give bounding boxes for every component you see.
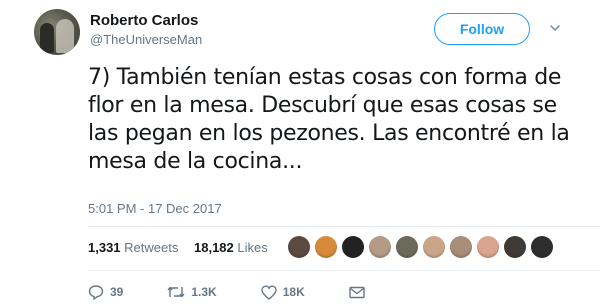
liker-avatar[interactable] (315, 236, 337, 258)
retweet-button[interactable]: 1.3K (167, 285, 217, 299)
retweet-count: 1.3K (191, 285, 217, 299)
liker-avatar[interactable] (288, 236, 310, 258)
reply-icon (88, 285, 104, 300)
liker-avatar[interactable] (423, 236, 445, 258)
avatar-figure (40, 23, 54, 53)
divider (88, 226, 600, 227)
chevron-down-icon[interactable] (549, 22, 561, 34)
envelope-icon (349, 286, 365, 298)
retweet-icon (167, 286, 185, 298)
like-button[interactable]: 18K (261, 284, 305, 300)
reply-count: 39 (110, 285, 124, 299)
tweet-stats: 1,331 Retweets 18,182 Likes (88, 240, 268, 255)
tweet-timestamp[interactable]: 5:01 PM - 17 Dec 2017 (88, 201, 222, 216)
reply-button[interactable]: 39 (88, 284, 123, 300)
user-handle[interactable]: @TheUniverseMan (90, 32, 202, 47)
divider (88, 270, 600, 271)
like-count: 18K (282, 285, 305, 299)
heart-icon (261, 284, 277, 300)
liker-avatar[interactable] (504, 236, 526, 258)
likes-label[interactable]: Likes (237, 240, 267, 255)
liker-avatar[interactable] (531, 236, 553, 258)
direct-message-button[interactable] (349, 286, 371, 299)
liker-avatar[interactable] (477, 236, 499, 258)
liker-avatar[interactable] (342, 236, 364, 258)
liker-avatar[interactable] (396, 236, 418, 258)
tweet-actions: 39 1.3K 18K (88, 284, 415, 300)
likers-avatars (288, 236, 558, 258)
avatar[interactable] (34, 9, 80, 55)
likes-count[interactable]: 18,182 (194, 240, 234, 255)
follow-button[interactable]: Follow (434, 13, 530, 45)
retweets-count[interactable]: 1,331 (88, 240, 121, 255)
user-name[interactable]: Roberto Carlos (90, 12, 198, 29)
tweet-text: 7) También tenían estas cosas con forma … (88, 65, 570, 174)
avatar-figure (56, 19, 74, 53)
liker-avatar[interactable] (450, 236, 472, 258)
liker-avatar[interactable] (369, 236, 391, 258)
retweets-label[interactable]: Retweets (124, 240, 178, 255)
